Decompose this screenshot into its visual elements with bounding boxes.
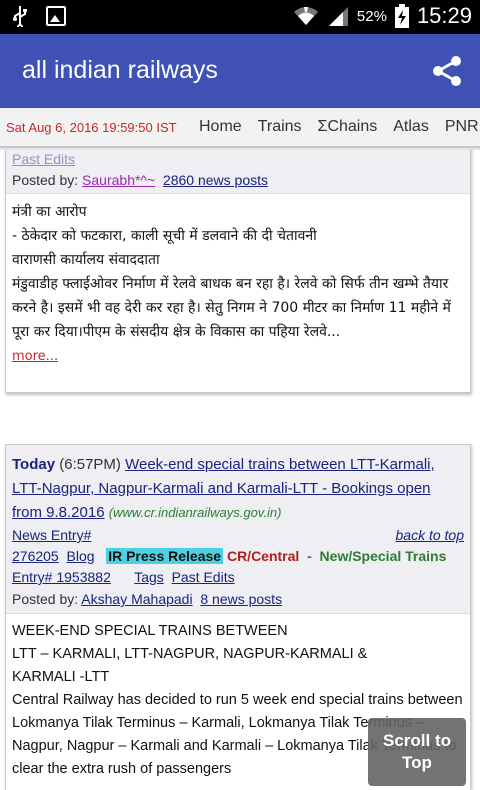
clock: 15:29 [416,3,472,28]
nav-date: Sat Aug 6, 2016 19:59:50 IST [6,120,177,135]
nav-link-trains[interactable]: Trains [258,118,302,136]
author-link[interactable]: Saurabh*^~ [82,172,155,188]
blog-link[interactable]: Blog [67,548,95,564]
post-time: (6:57PM) [59,456,121,473]
posted-by-label: Posted by: [12,591,79,607]
image-icon [46,6,66,26]
author-link[interactable]: Akshay Mahapadi [81,591,192,607]
entry-links-row: Entry# 1953882 Tags Past Edits [12,567,464,588]
post-body: मंत्री का आरोप - ठेकेदार को फटकारा, काली… [6,194,470,375]
scroll-to-top-button[interactable]: Scroll to Top [368,718,466,786]
today-label: Today [12,456,56,473]
post-body-line: KARMALI -LTT [12,669,110,685]
scroll-to-top-line2: Top [402,753,432,772]
nav-link-home[interactable]: Home [199,118,242,136]
source-url: (www.cr.indianrailways.gov.in) [108,505,282,520]
feed[interactable]: Past Edits Posted by: Saurabh*^~ 2860 ne… [0,150,480,790]
more-link[interactable]: more... [12,349,58,364]
nav-link-chains[interactable]: ΣChains [318,118,378,136]
news-posts-link[interactable]: 8 news posts [200,591,282,607]
news-posts-link[interactable]: 2860 news posts [163,172,268,188]
past-edits-link[interactable]: Past Edits [12,151,75,167]
nav-bar: Sat Aug 6, 2016 19:59:50 IST Home Trains… [0,108,480,148]
post-title-row: Today (6:57PM) Week-end special trains b… [12,453,464,525]
post-body-line: - ठेकेदार को फटकारा, काली सूची में डलवान… [12,228,317,244]
usb-icon [13,6,27,27]
posted-by-label: Posted by: [12,172,79,188]
ir-press-badge[interactable]: IR Press Release [106,548,224,564]
nav-link-pnr[interactable]: PNR [445,118,479,136]
tags-link[interactable]: Tags [134,569,164,585]
entry-number-link[interactable]: Entry# 1953882 [12,569,111,585]
wifi-icon [293,7,318,25]
entry-meta-row: 276205 Blog IR Press Release CR/Central … [12,546,464,567]
category-dash: - [307,548,312,564]
post-body-line: वाराणसी कार्यालय संवाददाता [12,252,160,268]
app-bar: all indian railways [0,34,480,108]
post-body-line: LTT – KARMALI, LTT-NAGPUR, NAGPUR-KARMAL… [12,646,368,662]
post-header: Past Edits Posted by: Saurabh*^~ 2860 ne… [6,150,470,194]
past-edits-link[interactable]: Past Edits [172,569,235,585]
post-header: Today (6:57PM) Week-end special trains b… [6,445,470,614]
back-to-top-link[interactable]: back to top [396,525,465,546]
share-icon[interactable] [430,54,464,88]
posted-by: Posted by: Saurabh*^~ 2860 news posts [12,172,464,188]
news-post: Past Edits Posted by: Saurabh*^~ 2860 ne… [5,150,471,393]
scroll-to-top-line1: Scroll to [382,731,451,750]
battery-charging-icon [394,4,409,28]
category-label[interactable]: New/Special Trains [320,548,447,564]
zone-label[interactable]: CR/Central [227,548,299,564]
signal-icon [328,7,348,26]
status-bar: 52% 15:29 [0,0,480,34]
posted-by: Posted by: Akshay Mahapadi 8 news posts [12,591,464,607]
post-body-line: WEEK-END SPECIAL TRAINS BETWEEN [12,623,288,639]
news-entry-row: News Entry# back to top [12,525,464,546]
entry-id-link[interactable]: 276205 [12,548,59,564]
app-title: all indian railways [22,56,218,84]
post-body-line: मंत्री का आरोप [12,204,87,220]
post-body-line: मंडुवाडीह फ्लाईओवर निर्माण में रेलवे बाध… [12,276,451,340]
battery-percent: 52% [356,7,387,25]
news-entry-link[interactable]: News Entry# [12,525,91,546]
nav-link-atlas[interactable]: Atlas [393,118,429,136]
nav-links: Home Trains ΣChains Atlas PNR [199,118,479,136]
